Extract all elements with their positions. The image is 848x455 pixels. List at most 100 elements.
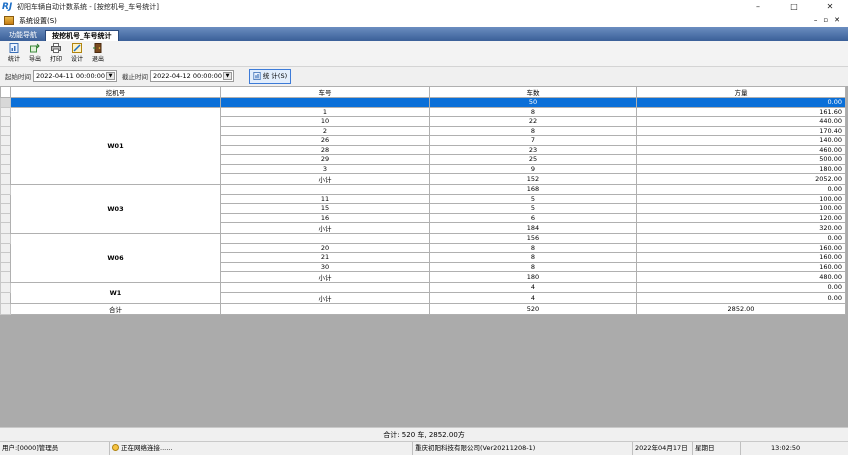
row-indicator[interactable] xyxy=(0,97,11,108)
app-menu-icon[interactable] xyxy=(4,16,14,25)
filter-bar: 起始时间 2022-04-11 00:00:00 ▼ 截止时间 2022-04-… xyxy=(0,66,848,85)
chevron-down-icon[interactable]: ▼ xyxy=(106,72,115,80)
volume-cell: 0.00 xyxy=(636,97,846,108)
count-cell: 4 xyxy=(429,291,637,304)
status-date: 2022年04月17日 xyxy=(633,442,693,455)
row-indicator[interactable] xyxy=(0,271,11,283)
summary-text: 合计: 520 车, 2852.00方 xyxy=(0,427,848,441)
maximize-button[interactable]: □ xyxy=(776,0,812,14)
total-volume: 2852.00 xyxy=(636,302,846,315)
excavator-cell: W03 xyxy=(10,184,221,234)
row-indicator[interactable] xyxy=(0,135,11,146)
column-header-volume[interactable]: 方量 xyxy=(636,86,846,98)
row-indicator[interactable] xyxy=(0,184,11,195)
tab-navigation[interactable]: 功能导航 xyxy=(3,30,43,41)
status-weekday: 星期日 xyxy=(693,442,741,455)
table-row[interactable]: 50 0.00 xyxy=(0,97,846,108)
table-row[interactable]: W06 156 0.00 xyxy=(0,233,846,283)
stats-tool-label: 统计 xyxy=(7,56,20,63)
app-logo-icon: RJ xyxy=(2,1,13,12)
volume-cell: 320.00 xyxy=(636,222,846,234)
minimize-button[interactable]: – xyxy=(740,0,776,14)
mdi-minimize-button[interactable]: – xyxy=(814,14,818,27)
row-indicator[interactable] xyxy=(0,193,11,204)
start-time-picker[interactable]: 2022-04-11 00:00:00 ▼ xyxy=(33,70,117,82)
excavator-cell xyxy=(10,97,221,108)
row-indicator[interactable] xyxy=(0,291,11,304)
car-cell xyxy=(220,233,430,244)
car-cell: 29 xyxy=(220,154,430,165)
status-network-text: 正在网络连接...... xyxy=(121,444,173,452)
design-tool-button[interactable]: 设计 xyxy=(68,41,86,65)
end-time-value: 2022-04-12 00:00:00 xyxy=(153,72,223,80)
row-indicator[interactable] xyxy=(0,222,11,234)
status-time: 13:02:50 xyxy=(771,444,801,452)
stat-button[interactable]: 统 计(S) xyxy=(249,68,291,84)
column-header-excavator[interactable]: 挖机号 xyxy=(10,86,221,98)
end-time-picker[interactable]: 2022-04-12 00:00:00 ▼ xyxy=(150,70,234,82)
count-cell: 22 xyxy=(429,116,637,127)
export-tool-button[interactable]: 导出 xyxy=(26,41,44,65)
table-row[interactable]: W1 4 0.00 xyxy=(0,282,846,304)
print-tool-label: 打印 xyxy=(49,56,62,63)
table-row[interactable]: W01 1 8 161.60 xyxy=(0,106,846,185)
column-header-count[interactable]: 车数 xyxy=(429,86,637,98)
row-indicator[interactable] xyxy=(0,282,11,293)
car-cell: 小计 xyxy=(220,271,430,283)
exit-door-icon xyxy=(93,43,102,53)
chevron-down-icon[interactable]: ▼ xyxy=(223,72,232,80)
count-cell: 25 xyxy=(429,154,637,165)
row-indicator[interactable] xyxy=(0,163,11,174)
design-tool-label: 设计 xyxy=(70,56,83,63)
count-cell: 9 xyxy=(429,163,637,174)
row-indicator[interactable] xyxy=(0,125,11,136)
column-header-car[interactable]: 车号 xyxy=(220,86,430,98)
print-tool-button[interactable]: 打印 xyxy=(47,41,65,65)
volume-cell: 100.00 xyxy=(636,203,846,214)
car-cell xyxy=(220,282,430,293)
car-cell: 28 xyxy=(220,144,430,155)
close-button[interactable]: ✕ xyxy=(812,0,848,14)
start-time-value: 2022-04-11 00:00:00 xyxy=(36,72,106,80)
total-count: 520 xyxy=(429,302,637,315)
export-icon xyxy=(30,43,40,53)
row-indicator[interactable] xyxy=(0,144,11,155)
mdi-restore-button[interactable]: ▫ xyxy=(823,14,828,27)
menu-settings[interactable]: 系统设置(S) xyxy=(19,16,57,26)
row-indicator[interactable] xyxy=(0,252,11,263)
volume-cell: 500.00 xyxy=(636,154,846,165)
volume-cell: 160.00 xyxy=(636,261,846,272)
row-indicator[interactable] xyxy=(0,154,11,165)
row-indicator[interactable] xyxy=(0,242,11,253)
row-indicator[interactable] xyxy=(0,233,11,244)
mdi-close-button[interactable]: ✕ xyxy=(834,14,840,27)
volume-cell: 0.00 xyxy=(636,282,846,293)
volume-cell: 160.00 xyxy=(636,242,846,253)
volume-cell: 100.00 xyxy=(636,193,846,204)
row-indicator[interactable] xyxy=(0,106,11,117)
count-cell: 8 xyxy=(429,261,637,272)
status-user: 用户:[0000]管理员 xyxy=(0,442,110,455)
volume-cell: 140.00 xyxy=(636,135,846,146)
car-cell: 21 xyxy=(220,252,430,263)
mdi-controls: – ▫ ✕ xyxy=(814,14,840,27)
row-indicator-header xyxy=(0,86,11,98)
stat-button-label: 统 计(S) xyxy=(262,71,288,80)
row-indicator[interactable] xyxy=(0,203,11,214)
start-time-label: 起始时间 xyxy=(5,73,31,81)
exit-tool-button[interactable]: 退出 xyxy=(89,41,107,65)
row-indicator[interactable] xyxy=(0,261,11,272)
row-indicator[interactable] xyxy=(0,116,11,127)
car-cell: 26 xyxy=(220,135,430,146)
exit-tool-label: 退出 xyxy=(91,56,104,63)
excavator-cell: W1 xyxy=(10,282,221,304)
count-cell: 6 xyxy=(429,212,637,223)
car-cell xyxy=(220,97,430,108)
stats-tool-button[interactable]: 统计 xyxy=(5,41,23,65)
table-row[interactable]: W03 168 0.00 xyxy=(0,184,846,234)
row-indicator[interactable] xyxy=(0,212,11,223)
volume-cell: 0.00 xyxy=(636,291,846,304)
tab-excavator-car-stats[interactable]: 按挖机号_车号统计 xyxy=(45,30,119,41)
row-indicator[interactable] xyxy=(0,173,11,185)
total-row[interactable]: 合计 520 2852.00 xyxy=(0,302,846,315)
